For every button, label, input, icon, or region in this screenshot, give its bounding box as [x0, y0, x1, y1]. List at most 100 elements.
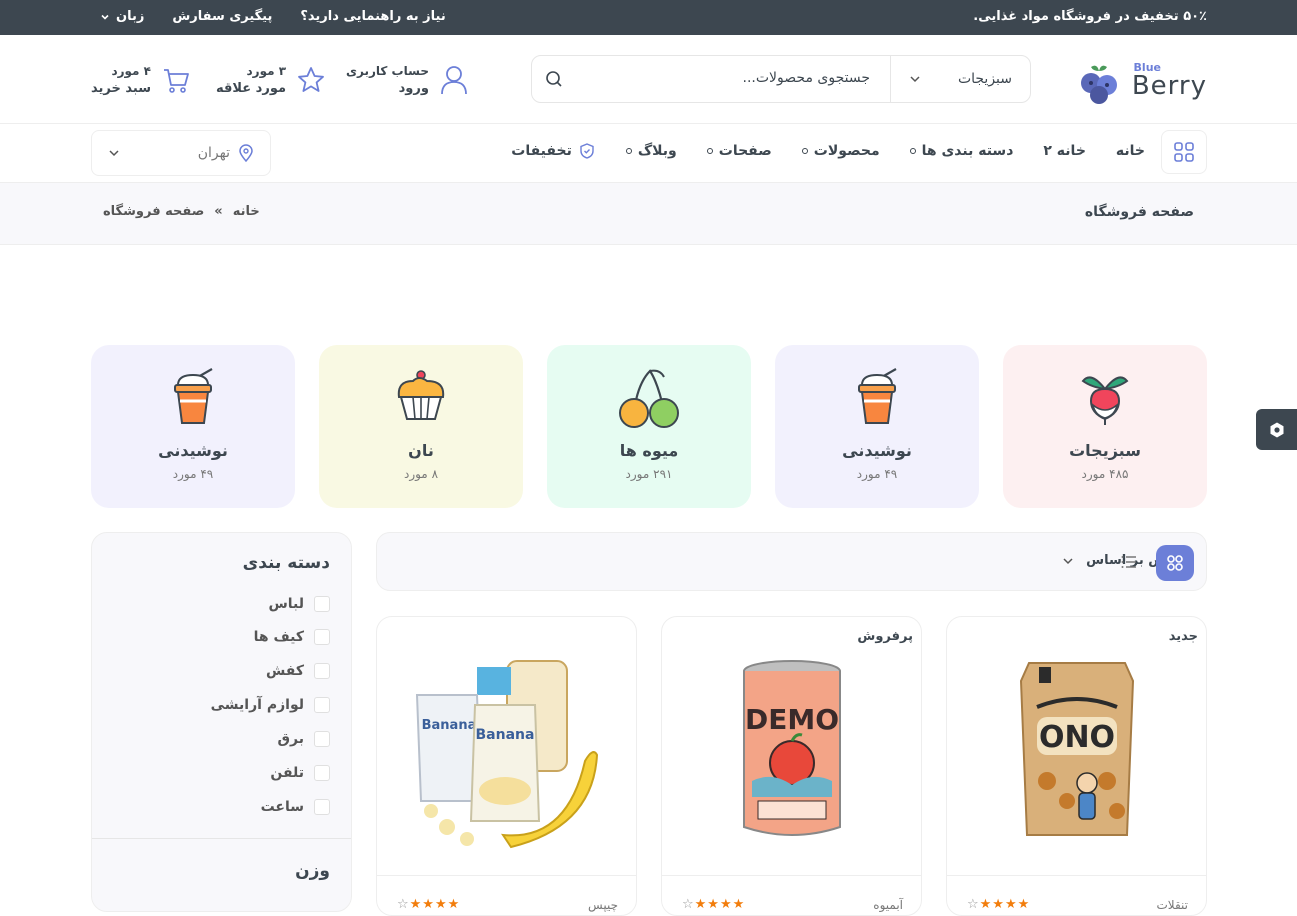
filter-checkbox[interactable]: تلفن [270, 765, 330, 781]
category-card-drinks-2[interactable]: نوشیدنی ۴۹ مورد [91, 345, 295, 508]
filter-checkbox[interactable]: لباس [268, 596, 330, 612]
product-card[interactable]: Banana Banana چیپس ★★★★☆ [376, 616, 637, 916]
chevron-down-icon [109, 150, 119, 157]
category-card-drinks[interactable]: نوشیدنی ۴۹ مورد [775, 345, 979, 508]
chevron-down-icon [101, 14, 109, 20]
checkbox[interactable] [314, 596, 330, 612]
breadcrumb-separator: » [214, 204, 223, 219]
product-card[interactable]: پرفروش DEMO آبمیوه ★★★★☆ [661, 616, 922, 916]
language-label: زبان [116, 9, 145, 24]
product-category: آبمیوه [873, 898, 903, 912]
nav-item-products[interactable]: محصولات [801, 142, 880, 160]
chevron-down-icon [910, 76, 920, 83]
filter-sidebar: دسته بندی لباس کیف ها کفش لوازم آرایشی ب… [91, 532, 352, 912]
search-category-select[interactable]: سبزیجات [890, 56, 1030, 102]
wishlist-link[interactable]: ۳ مورد مورد علاقه [216, 62, 326, 98]
location-label: تهران [197, 145, 230, 161]
category-count: ۸ مورد [403, 467, 439, 481]
category-name: میوه ها [619, 441, 679, 460]
dropdown-dot-icon [625, 148, 632, 154]
grid-icon [1167, 555, 1183, 571]
category-count: ۴۹ مورد [856, 467, 898, 481]
settings-float-button[interactable] [1256, 409, 1297, 450]
checkbox[interactable] [314, 731, 330, 747]
top-links: نیاز به راهنمایی دارید؟ پیگیری سفارش زبا… [100, 9, 446, 24]
location-pin-icon [239, 144, 253, 162]
filter-checkbox[interactable]: کیف ها [254, 629, 330, 645]
nav-item-home[interactable]: خانه [1116, 142, 1145, 160]
nav-item-categories[interactable]: دسته بندی ها [909, 142, 1013, 160]
cherry-icon [619, 369, 679, 428]
category-count: ۲۹۱ مورد [625, 467, 673, 481]
account-label: حساب کاربری [346, 64, 429, 78]
checkbox[interactable] [314, 697, 330, 713]
filter-checkbox[interactable]: کفش [266, 663, 330, 679]
nav-item-offers[interactable]: تخفیفات [511, 142, 596, 160]
checkbox[interactable] [314, 799, 330, 815]
category-menu-button[interactable] [1161, 130, 1207, 174]
promo-text: ۵۰٪ تخفیف در فروشگاه مواد غذایی. [973, 9, 1207, 24]
juice-can-image: DEMO [743, 660, 841, 836]
grid-icon [1174, 142, 1194, 162]
radish-icon [1081, 376, 1129, 425]
search-icon[interactable] [544, 69, 564, 89]
wishlist-count: ۳ مورد [246, 64, 287, 78]
wishlist-label: مورد علاقه [216, 81, 287, 96]
filter-checkbox[interactable]: برق [278, 731, 330, 747]
category-name: نوشیدنی [842, 441, 912, 460]
product-image[interactable]: Banana Banana [407, 651, 607, 851]
search-category-label: سبزیجات [957, 71, 1012, 87]
top-bar: ۵۰٪ تخفیف در فروشگاه مواد غذایی. نیاز به… [0, 0, 1297, 35]
breadcrumb: خانه » صفحه فروشگاه [103, 204, 260, 219]
main-nav: خانه خانه ۲ دسته بندی ها محصولات صفحات و… [0, 124, 1297, 182]
product-image[interactable]: DEMO [692, 651, 892, 851]
category-name: نان [408, 441, 434, 460]
search-input[interactable]: جستجوی محصولات... [743, 70, 870, 86]
svg-text:Banana: Banana [422, 718, 477, 733]
rating-stars: ★★★★☆ [967, 897, 1031, 912]
drink-icon [174, 368, 213, 424]
category-card-vegetables[interactable]: سبزیجات ۴۸۵ مورد [1003, 345, 1207, 508]
filter-checkbox[interactable]: لوازم آرایشی [211, 697, 330, 713]
checkbox[interactable] [314, 663, 330, 679]
logo[interactable]: Blue Berry [1077, 57, 1207, 107]
drink-icon [858, 368, 897, 424]
filter-checkbox[interactable]: ساعت [261, 799, 330, 815]
logo-big-text: Berry [1131, 71, 1207, 101]
divider [92, 838, 351, 839]
list-icon [1121, 556, 1136, 568]
dropdown-dot-icon [801, 148, 808, 154]
list-view-button[interactable] [1120, 553, 1138, 575]
product-category: چیپس [588, 898, 618, 912]
help-link[interactable]: نیاز به راهنمایی دارید؟ [300, 9, 445, 24]
banana-snack-pack-image: Banana Banana [415, 660, 599, 849]
product-image[interactable]: ONO [977, 651, 1177, 851]
nav-item-blog[interactable]: وبلاگ [625, 142, 677, 160]
nav-item-pages[interactable]: صفحات [706, 142, 772, 160]
groundnut-snack-bag-image: ONO [1019, 662, 1135, 836]
weight-filter-title: وزن [295, 861, 330, 881]
star-icon [298, 67, 324, 92]
blueberry-icon [1081, 65, 1117, 104]
page-title: صفحه فروشگاه [1084, 204, 1194, 220]
grid-view-button[interactable] [1156, 545, 1194, 581]
checkbox[interactable] [314, 629, 330, 645]
category-card-fruits[interactable]: میوه ها ۲۹۱ مورد [547, 345, 751, 508]
track-order-link[interactable]: پیگیری سفارش [172, 9, 272, 24]
category-count: ۴۹ مورد [172, 467, 214, 481]
category-name: سبزیجات [1069, 441, 1141, 460]
nav-item-home2[interactable]: خانه ۲ [1043, 142, 1086, 160]
location-select[interactable]: تهران [91, 130, 271, 176]
language-dropdown[interactable]: زبان [100, 9, 144, 24]
header: Blue Berry سبزیجات جستجوی محصولات... حسا… [0, 35, 1297, 124]
cart-link[interactable]: ۴ مورد سبد خرید [91, 62, 191, 98]
account-link[interactable]: حساب کاربری ورود [346, 62, 469, 98]
breadcrumb-bar: صفحه فروشگاه خانه » صفحه فروشگاه [0, 182, 1297, 245]
cupcake-icon [397, 370, 445, 420]
product-card[interactable]: جدید ONO تنقلات ★★★★☆ [946, 616, 1207, 916]
menu: خانه خانه ۲ دسته بندی ها محصولات صفحات و… [511, 142, 1145, 160]
checkbox[interactable] [314, 765, 330, 781]
breadcrumb-home[interactable]: خانه [233, 204, 260, 219]
gear-icon [1270, 422, 1283, 437]
category-card-bread[interactable]: نان ۸ مورد [319, 345, 523, 508]
